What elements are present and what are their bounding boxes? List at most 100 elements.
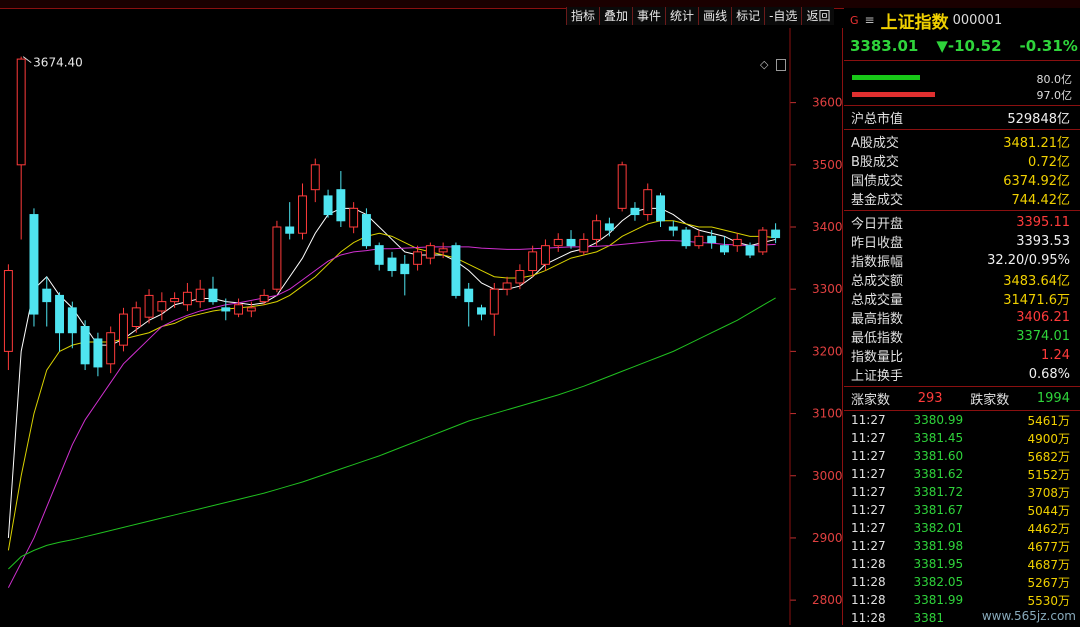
candle-body <box>745 245 755 256</box>
tick-volume: 3708万 <box>1027 485 1070 500</box>
candle-body <box>515 270 525 284</box>
quote-header: G ≡ 上证指数 000001 <box>844 8 1080 33</box>
stat-row: 最高指数 3406.21 <box>844 308 1080 327</box>
y-tick-label: 3600 <box>812 96 843 110</box>
stat-label: 今日开盘 <box>851 217 904 232</box>
toolbar-overlay-button[interactable]: 叠加 <box>599 7 633 25</box>
stat-value: 3374.01 <box>1016 329 1070 344</box>
tick-volume: 5152万 <box>1027 467 1070 482</box>
breadth-row: 涨家数 293 跌家数 1994 <box>844 389 1080 408</box>
tick-row: 11:27 3381.45 4900万 <box>844 429 1080 447</box>
tick-price: 3380.99 <box>913 413 964 427</box>
tick-time: 11:27 <box>851 485 886 499</box>
market-value-label: 沪总市值 <box>851 112 904 127</box>
tick-price: 3381.98 <box>913 539 964 553</box>
toolbar-back-button[interactable]: 返回 <box>801 7 835 25</box>
candle-body <box>3 270 13 352</box>
g-label[interactable]: G <box>850 14 859 27</box>
stat-label: 总成交额 <box>851 274 904 289</box>
candle-body <box>668 226 678 231</box>
menu-icon[interactable]: ≡ <box>865 13 875 27</box>
stat-value: 3406.21 <box>1016 310 1070 325</box>
tick-list[interactable]: 11:27 3380.99 5461万 11:27 3381.45 4900万 11:27 3… <box>844 411 1080 627</box>
stat-row: 最低指数 3374.01 <box>844 327 1080 346</box>
y-tick-label: 3300 <box>812 282 843 296</box>
tick-row: 11:27 3382.01 4462万 <box>844 519 1080 537</box>
toolbar-watchlist-button[interactable]: -自选 <box>764 7 802 25</box>
tick-row: 11:27 3380.99 5461万 <box>844 411 1080 429</box>
volume-label: B股成交 <box>851 155 899 170</box>
scrollbar-handle-icon[interactable] <box>775 59 786 71</box>
candle-body <box>106 332 116 365</box>
volume-label: 国债成交 <box>851 174 904 189</box>
price-line: 3383.01 ▼-10.52 -0.31% <box>844 32 1080 61</box>
tick-row: 11:27 3381.67 5044万 <box>844 501 1080 519</box>
y-tick-label: 3000 <box>812 469 843 483</box>
chart-toolbar: 指标 叠加 事件 统计 画线 标记 -自选 返回 <box>566 7 835 27</box>
tick-time: 11:28 <box>851 611 886 625</box>
candle-body <box>617 164 627 209</box>
stat-label: 指数振幅 <box>851 255 904 270</box>
stat-value: 3395.11 <box>1016 215 1070 230</box>
stat-label: 总成交量 <box>851 293 904 308</box>
kline-chart-area[interactable]: 3600 3500 3400 3300 3200 3100 3000 2900 2800 3674… <box>0 28 843 625</box>
up-count-value: 293 <box>917 391 943 406</box>
volume-value: 0.72亿 <box>1028 155 1070 170</box>
stat-row: 昨日收盘 3393.53 <box>844 232 1080 251</box>
toolbar-stats-button[interactable]: 统计 <box>665 7 699 25</box>
candle-body <box>298 195 307 234</box>
candle-body <box>29 214 39 315</box>
tick-volume: 5044万 <box>1027 503 1070 518</box>
y-tick-label: 2900 <box>812 531 843 545</box>
candle-body <box>272 226 282 290</box>
toolbar-event-button[interactable]: 事件 <box>632 7 666 25</box>
candle-body <box>540 245 550 265</box>
volume-label: 基金成交 <box>851 193 904 208</box>
candle-body <box>119 313 128 346</box>
tick-time: 11:28 <box>851 593 886 607</box>
y-tick-label: 2800 <box>812 593 843 607</box>
candle-body <box>502 282 512 290</box>
sell-amount: 97.0亿 <box>1036 89 1073 102</box>
candle-body <box>157 301 167 312</box>
y-tick-label: 3500 <box>812 158 843 172</box>
stat-value: 0.68% <box>1028 367 1070 382</box>
diamond-icon[interactable]: ◇ <box>760 58 768 71</box>
market-value-value: 529848亿 <box>1007 112 1070 127</box>
tick-price: 3381.95 <box>913 557 964 571</box>
tick-volume: 4462万 <box>1027 521 1070 536</box>
kline-chart-svg[interactable]: 3600 3500 3400 3300 3200 3100 3000 2900 2800 3674… <box>0 28 843 625</box>
stat-label: 最低指数 <box>851 331 904 346</box>
volume-value: 3481.21亿 <box>1003 136 1070 151</box>
candle-body <box>464 288 474 303</box>
tick-volume: 5530万 <box>1027 593 1070 608</box>
stat-row: 总成交额 3483.64亿 <box>844 270 1080 289</box>
candle-body <box>707 235 717 244</box>
candle-body <box>643 189 653 216</box>
candle-body <box>387 257 397 272</box>
tick-volume: 4687万 <box>1027 557 1070 572</box>
candle-body <box>630 207 640 216</box>
volume-label: A股成交 <box>851 136 899 151</box>
quote-panel: G ≡ 上证指数 000001 3383.01 ▼-10.52 -0.31% 8… <box>844 8 1080 625</box>
stat-row: 上证换手 0.68% <box>844 365 1080 384</box>
last-price: 3383.01 <box>850 37 919 55</box>
candle-body <box>719 245 729 253</box>
tick-volume: 5267万 <box>1027 575 1070 590</box>
toolbar-indicator-button[interactable]: 指标 <box>566 7 600 25</box>
toolbar-draw-button[interactable]: 画线 <box>698 7 732 25</box>
watermark-text: www.565jz.com <box>981 609 1076 623</box>
toolbar-mark-button[interactable]: 标记 <box>731 7 765 25</box>
candle-body <box>451 245 461 296</box>
tick-price: 3382.05 <box>913 575 964 589</box>
y-tick-label: 3400 <box>812 220 843 234</box>
ma-line <box>7 240 776 588</box>
stat-label: 昨日收盘 <box>851 236 904 251</box>
tick-row: 11:28 3381.95 4687万 <box>844 555 1080 573</box>
candle-body <box>732 238 742 247</box>
candle-body <box>771 229 781 239</box>
stat-row: 今日开盘 3395.11 <box>844 213 1080 232</box>
stat-row: 总成交量 31471.6万 <box>844 289 1080 308</box>
candle-body <box>144 294 154 318</box>
candle-body <box>170 298 180 303</box>
